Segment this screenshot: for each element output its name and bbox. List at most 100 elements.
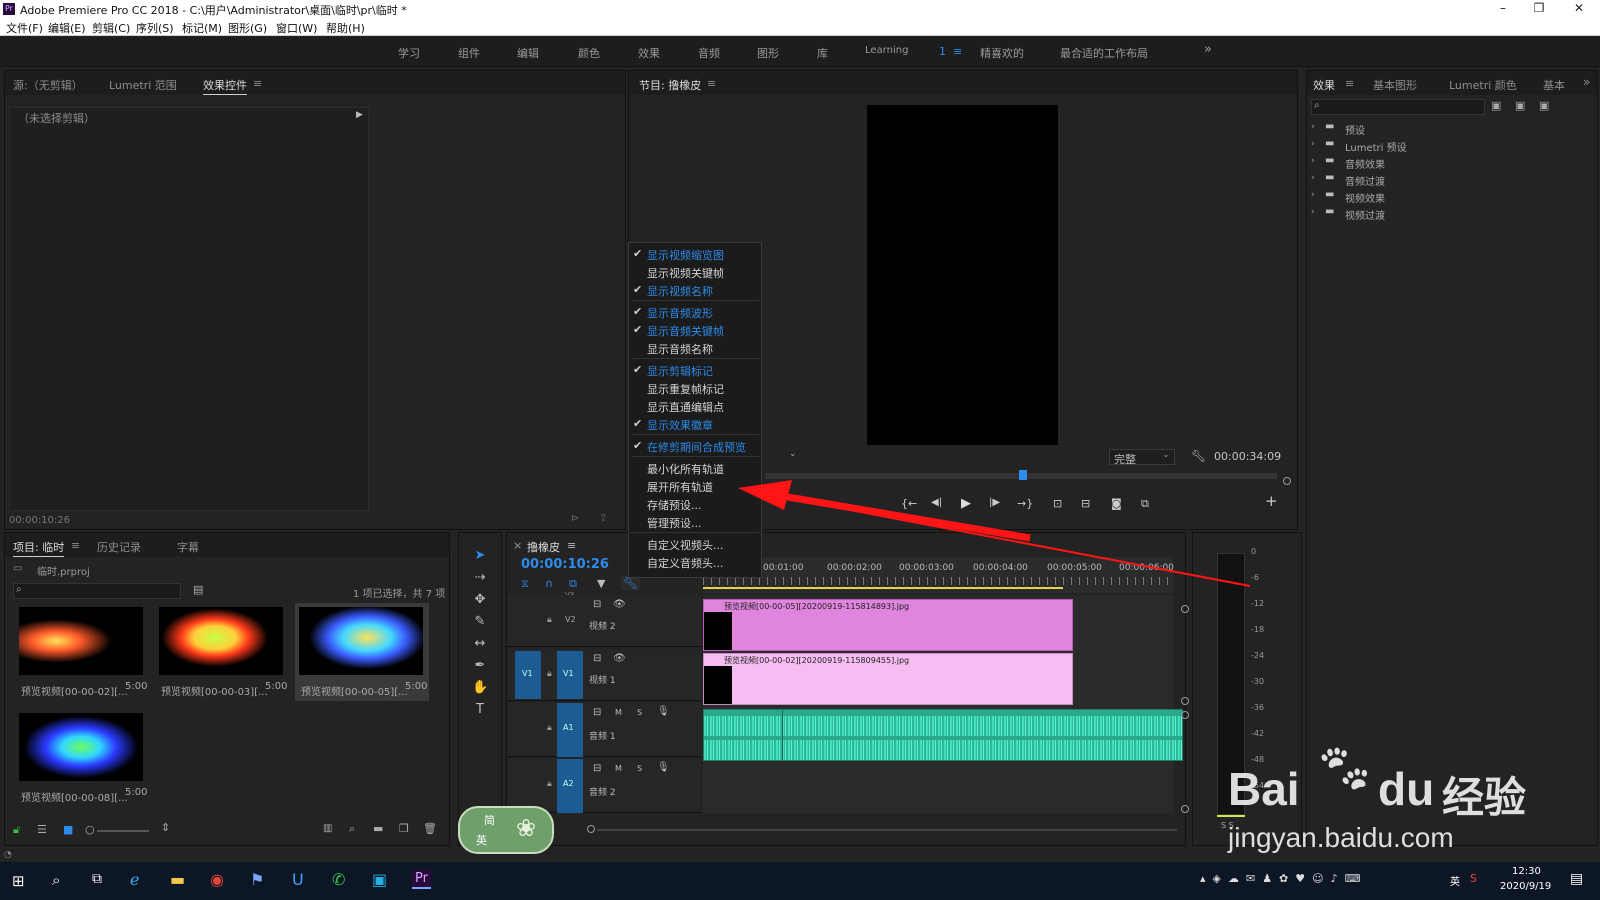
- menu-clip[interactable]: 剪辑(C): [92, 20, 130, 36]
- workspace-assembly[interactable]: 组件: [458, 45, 480, 61]
- ime-language-badge[interactable]: 简 英 ❀: [458, 806, 554, 854]
- tab-essential-graphics[interactable]: 基本图形: [1373, 77, 1417, 93]
- tab-history[interactable]: 历史记录: [97, 539, 141, 555]
- minimize-button[interactable]: –: [1488, 1, 1518, 17]
- chevron-right-icon[interactable]: ›: [1311, 156, 1315, 166]
- workspace-learn[interactable]: 学习: [398, 45, 420, 61]
- effects-folder[interactable]: › ▬ 视频效果: [1311, 189, 1591, 205]
- zoom-slider-knob[interactable]: ○: [85, 823, 95, 836]
- menu-item[interactable]: ✔ 在修剪期间合成预览: [629, 437, 761, 455]
- chevron-right-icon[interactable]: ›: [1311, 207, 1315, 217]
- timeline-sequence-tab[interactable]: 撸橡皮: [527, 539, 560, 555]
- timeline-close-icon[interactable]: ×: [513, 539, 522, 552]
- tab-source[interactable]: 源:（无剪辑）: [13, 77, 83, 93]
- wechat-icon[interactable]: ✆: [332, 870, 345, 889]
- track-select-tool-icon[interactable]: ⇢: [472, 570, 488, 586]
- file-explorer-icon[interactable]: ▬: [170, 870, 185, 889]
- new-item-icon[interactable]: ❐: [399, 822, 409, 835]
- chevron-right-icon[interactable]: ›: [1311, 173, 1315, 183]
- wrench-icon[interactable]: 🔧︎: [1191, 449, 1206, 463]
- razor-tool-icon[interactable]: ✎: [472, 614, 488, 630]
- project-item[interactable]: 预览视频[00-00-02][... 5:00: [15, 603, 149, 701]
- workspace-color[interactable]: 颜色: [578, 45, 600, 61]
- tab-essential[interactable]: 基本: [1543, 77, 1565, 93]
- system-tray-icons[interactable]: ▴◈☁✉♟✿♥☺♪⌨: [1200, 872, 1368, 885]
- project-item[interactable]: 预览视频[00-00-03][... 5:00: [155, 603, 289, 701]
- lock-icon[interactable]: 🔒︎: [547, 669, 552, 679]
- track-id-v2[interactable]: V2: [565, 615, 576, 624]
- nest-toggle-icon[interactable]: ⧖: [521, 577, 529, 591]
- effects-menu-icon[interactable]: ≡: [1345, 77, 1354, 90]
- clock-date[interactable]: 2020/9/19: [1500, 881, 1551, 892]
- track-target-a2[interactable]: A2: [557, 759, 583, 813]
- linked-selection-icon[interactable]: ⧉: [569, 577, 577, 591]
- clip-thumbnail[interactable]: [19, 607, 143, 675]
- workspace-layout[interactable]: 最合适的工作布局: [1060, 45, 1148, 61]
- eye-icon[interactable]: 👁︎: [613, 653, 626, 664]
- program-video-frame[interactable]: [867, 105, 1058, 445]
- accelerated-effects-icon[interactable]: ▣: [1491, 99, 1501, 112]
- filter-icon[interactable]: ⊳: [571, 513, 579, 524]
- menu-sequence[interactable]: 序列(S): [136, 20, 174, 36]
- project-search-input[interactable]: ⌕: [13, 583, 181, 599]
- pinned-app-blue-icon[interactable]: ▣: [372, 870, 387, 889]
- effects-folder[interactable]: › ▬ 音频过渡: [1311, 172, 1591, 188]
- effects-folder[interactable]: › ▬ 预设: [1311, 121, 1591, 137]
- find-icon[interactable]: ⌕: [349, 822, 355, 836]
- microphone-icon[interactable]: 🎙︎: [657, 706, 670, 717]
- chevron-right-icon[interactable]: ›: [1311, 139, 1315, 149]
- solo-button[interactable]: S: [637, 708, 642, 717]
- pinned-app-u-icon[interactable]: U: [292, 870, 304, 889]
- eye-icon[interactable]: 👁︎: [613, 599, 626, 610]
- sogou-icon[interactable]: S: [1470, 872, 1477, 885]
- new-bin-from-search-icon[interactable]: ▤: [193, 583, 203, 596]
- task-view-icon[interactable]: ⧉: [92, 871, 102, 887]
- sort-icon[interactable]: ⇕: [161, 821, 170, 834]
- workspace-overflow-icon[interactable]: »: [1204, 42, 1212, 57]
- program-playhead[interactable]: [1019, 470, 1027, 480]
- chevron-right-icon[interactable]: ›: [1311, 190, 1315, 200]
- menu-item[interactable]: ✔ 显示音频波形: [629, 303, 761, 321]
- ime-tray-label[interactable]: 英: [1450, 873, 1460, 888]
- workspace-graphics[interactable]: 图形: [757, 45, 779, 61]
- microphone-icon[interactable]: 🎙︎: [657, 762, 670, 773]
- program-title[interactable]: 节目: 撸橡皮: [639, 77, 701, 94]
- menu-graphics[interactable]: 图形(G): [228, 20, 267, 36]
- hand-tool-icon[interactable]: ✋: [472, 680, 488, 696]
- type-tool-icon[interactable]: T: [472, 702, 488, 718]
- clock-time[interactable]: 12:30: [1512, 866, 1541, 877]
- clip-v2[interactable]: 预览视频[00-00-05][20200919-115814893].jpg: [703, 599, 1073, 651]
- workspace-custom[interactable]: 精喜欢的: [980, 45, 1024, 61]
- effects-overflow-icon[interactable]: »: [1583, 75, 1590, 89]
- effects-folder[interactable]: › ▬ 视频过渡: [1311, 206, 1591, 222]
- workspace-editing[interactable]: 编辑: [517, 45, 539, 61]
- clip-a1-audio[interactable]: [703, 709, 1183, 761]
- timeline-settings-wrench-icon[interactable]: 🔧︎: [621, 576, 641, 590]
- track-scroll-handle[interactable]: [1181, 605, 1189, 613]
- pinned-app-icon[interactable]: ⚑: [250, 870, 264, 889]
- lock-icon[interactable]: 🔒︎: [547, 615, 552, 625]
- scrubber-end-handle[interactable]: [1283, 477, 1291, 485]
- icon-view-icon[interactable]: ■: [63, 823, 73, 836]
- mute-button[interactable]: M: [615, 708, 622, 717]
- tab-lumetri-color[interactable]: Lumetri 颜色: [1449, 77, 1517, 93]
- clip-thumbnail[interactable]: [19, 713, 143, 781]
- project-menu-icon[interactable]: ≡: [71, 539, 80, 552]
- yuv-effects-icon[interactable]: ▣: [1539, 99, 1549, 112]
- menu-item[interactable]: ✔ 显示音频关键帧: [629, 321, 761, 339]
- menu-item[interactable]: ✔ 显示视频缩览图: [629, 245, 761, 263]
- effects-folder[interactable]: › ▬ Lumetri 预设: [1311, 138, 1591, 154]
- timeline-timecode[interactable]: 00:00:10:26: [521, 557, 609, 572]
- ripple-edit-tool-icon[interactable]: ✥: [472, 592, 488, 608]
- program-menu-icon[interactable]: ≡: [707, 77, 716, 90]
- zoom-slider[interactable]: [97, 830, 149, 832]
- tab-captions[interactable]: 字幕: [177, 539, 199, 555]
- menu-edit[interactable]: 编辑(E): [48, 20, 86, 36]
- close-button[interactable]: ✕: [1564, 1, 1594, 17]
- menu-file[interactable]: 文件(F): [6, 20, 43, 36]
- menu-item[interactable]: 显示视频关键帧: [629, 263, 761, 281]
- workspace-libraries[interactable]: 库: [817, 45, 828, 61]
- 32bit-effects-icon[interactable]: ▣: [1515, 99, 1525, 112]
- toggle-sync-icon[interactable]: ⊟: [593, 763, 601, 774]
- edge-browser-icon[interactable]: ℯ: [130, 870, 152, 892]
